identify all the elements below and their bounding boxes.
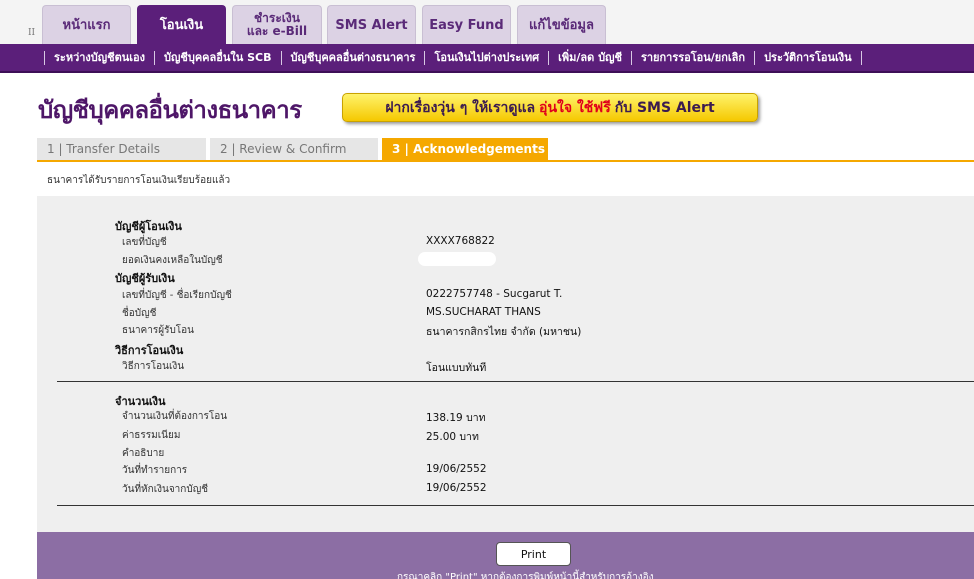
- step-transfer-details: 1 | Transfer Details: [37, 138, 208, 160]
- step-review-confirm: 2 | Review & Confirm: [210, 138, 380, 160]
- method-value: โอนแบบทันที: [426, 362, 487, 374]
- subnav-own-accounts[interactable]: ระหว่างบัญชีตนเอง: [44, 50, 154, 65]
- from-account-value: XXXX768822: [426, 235, 495, 247]
- print-hint: กรุณาคลิก "Print" หากต้องการพิมพ์หน้านี้…: [397, 572, 654, 579]
- balance-label: ยอดเงินคงเหลือในบัญชี: [122, 255, 223, 266]
- banner-text-1: ฝากเรื่องวุ่น ๆ ให้เราดูแล: [385, 99, 536, 116]
- tab-transfer[interactable]: โอนเงิน: [137, 5, 226, 44]
- subnav-international[interactable]: โอนเงินไปต่างประเทศ: [424, 50, 548, 65]
- sms-alert-banner[interactable]: ฝากเรื่องวุ่น ๆ ให้เราดูแล อุ่นใจ ใช้ฟรี…: [342, 93, 758, 122]
- tab-edit-profile-label: แก้ไขข้อมูล: [529, 17, 594, 33]
- step-indicator: 1 | Transfer Details 2 | Review & Confir…: [37, 138, 974, 162]
- tab-payment[interactable]: ชำระเงิน และ e-Bill: [232, 5, 322, 44]
- account-name-label: ชื่อบัญชี: [122, 308, 157, 319]
- amount-value: 138.19 บาท: [426, 412, 486, 424]
- pipe-glyph: II: [28, 28, 36, 38]
- tab-payment-label-2: และ e-Bill: [246, 24, 308, 38]
- to-account-header: บัญชีผู้รับเงิน: [115, 272, 175, 285]
- tab-easy-fund[interactable]: Easy Fund: [422, 5, 511, 44]
- tab-easy-fund-label: Easy Fund: [429, 17, 504, 33]
- sub-navigation: ระหว่างบัญชีตนเอง บัญชีบุคคลอื่นใน SCB บ…: [0, 44, 974, 73]
- top-tab-bar: II หน้าแรก โอนเงิน ชำระเงิน และ e-Bill S…: [0, 0, 974, 44]
- step-acknowledgements: 3 | Acknowledgements: [382, 138, 550, 160]
- to-account-value: 0222757748 - Sucgarut T.: [426, 288, 563, 300]
- method-label: วิธีการโอนเงิน: [122, 361, 185, 372]
- subnav-manage-accounts[interactable]: เพิ่ม/ลด บัญชี: [548, 50, 631, 65]
- tab-home[interactable]: หน้าแรก: [42, 5, 131, 44]
- banner-highlight: อุ่นใจ ใช้ฟรี: [539, 99, 611, 116]
- page-title: บัญชีบุคคลอื่นต่างธนาคาร: [38, 96, 302, 124]
- balance-masked: [418, 252, 496, 266]
- method-header: วิธีการโอนเงิน: [115, 344, 184, 357]
- txn-date-label: วันที่ทำรายการ: [122, 465, 188, 476]
- from-account-label: เลขที่บัญชี: [122, 237, 167, 248]
- tab-sms-alert-label: SMS Alert: [335, 17, 408, 33]
- tab-sms-alert[interactable]: SMS Alert: [327, 5, 416, 44]
- subnav-other-scb[interactable]: บัญชีบุคคลอื่นใน SCB: [154, 50, 281, 65]
- from-account-header: บัญชีผู้โอนเงิน: [115, 220, 182, 233]
- txn-date-value: 19/06/2552: [426, 463, 487, 475]
- footer-bar: Print กรุณาคลิก "Print" หากต้องการพิมพ์ห…: [37, 532, 974, 579]
- bank-label: ธนาคารผู้รับโอน: [122, 325, 195, 336]
- debit-date-label: วันที่หักเงินจากบัญชี: [122, 484, 209, 495]
- bank-value: ธนาคารกสิกรไทย จำกัด (มหาชน): [426, 326, 582, 338]
- description-label: คำอธิบาย: [122, 448, 165, 459]
- fee-label: ค่าธรรมเนียม: [122, 430, 181, 441]
- subnav-other-bank[interactable]: บัญชีบุคคลอื่นต่างธนาคาร: [280, 50, 425, 65]
- fee-value: 25.00 บาท: [426, 431, 479, 443]
- amount-label: จำนวนเงินที่ต้องการโอน: [122, 411, 228, 422]
- debit-date-value: 19/06/2552: [426, 482, 487, 494]
- subnav-pending[interactable]: รายการรอโอน/ยกเลิก: [630, 50, 754, 65]
- subnav-history[interactable]: ประวัติการโอนเงิน: [754, 50, 862, 65]
- banner-text-2: กับ SMS Alert: [614, 99, 715, 116]
- amount-header: จำนวนเงิน: [115, 395, 166, 408]
- tab-home-label: หน้าแรก: [62, 17, 111, 33]
- tab-transfer-label: โอนเงิน: [159, 17, 204, 33]
- divider-top: [57, 381, 974, 382]
- account-name-value: MS.SUCHARAT THANS: [426, 306, 541, 318]
- to-account-label: เลขที่บัญชี - ชื่อเรียกบัญชี: [122, 290, 232, 301]
- print-button[interactable]: Print: [496, 542, 571, 566]
- transfer-details-panel: บัญชีผู้โอนเงิน เลขที่บัญชี XXXX768822 ย…: [37, 196, 974, 532]
- acknowledgement-message: ธนาคารได้รับรายการโอนเงินเรียบร้อยแล้ว: [47, 175, 231, 186]
- divider-bottom: [57, 505, 974, 506]
- tab-edit-profile[interactable]: แก้ไขข้อมูล: [517, 5, 606, 44]
